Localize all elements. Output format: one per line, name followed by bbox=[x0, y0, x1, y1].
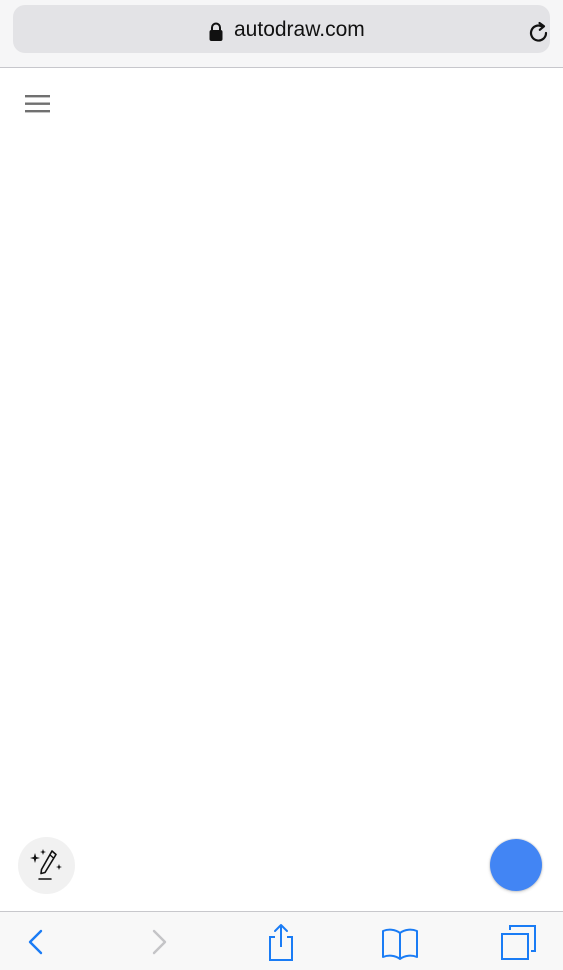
hamburger-menu-icon[interactable] bbox=[24, 92, 52, 116]
book-icon bbox=[382, 928, 418, 960]
color-picker-button[interactable] bbox=[490, 839, 542, 891]
forward-button[interactable] bbox=[139, 922, 179, 962]
bookmarks-button[interactable] bbox=[380, 922, 420, 962]
url-text: autodraw.com bbox=[234, 18, 365, 41]
chevron-right-icon bbox=[152, 929, 167, 955]
safari-screen: autodraw.com bbox=[0, 0, 563, 970]
browser-bottom-toolbar bbox=[0, 911, 563, 970]
drawing-canvas[interactable] bbox=[0, 68, 563, 911]
tabs-icon bbox=[501, 925, 536, 960]
browser-top-bar: autodraw.com bbox=[0, 0, 563, 68]
share-icon bbox=[269, 924, 293, 961]
autodraw-tool-button[interactable] bbox=[18, 837, 75, 894]
address-bar[interactable]: autodraw.com bbox=[13, 5, 550, 53]
reload-icon[interactable] bbox=[527, 21, 551, 45]
share-button[interactable] bbox=[261, 922, 301, 962]
autodraw-sparkle-pen-icon bbox=[30, 849, 62, 880]
back-button[interactable] bbox=[16, 922, 56, 962]
tabs-button[interactable] bbox=[499, 922, 539, 962]
chevron-left-icon bbox=[28, 929, 43, 955]
lock-icon bbox=[209, 22, 223, 41]
